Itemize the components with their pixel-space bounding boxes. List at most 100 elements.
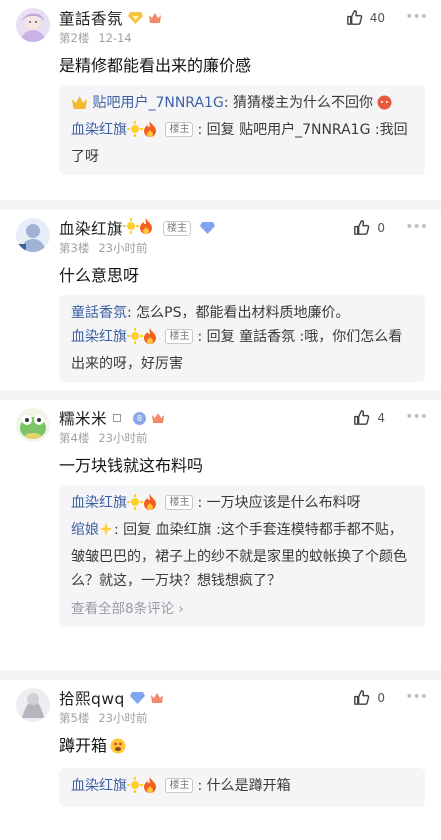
crown-icon	[150, 689, 164, 708]
reply-author[interactable]: 血染红旗	[71, 122, 127, 138]
fire-icon	[143, 328, 157, 352]
op-badge: 楼主	[165, 122, 194, 137]
reply-text: : 怎么PS，都能看出材料质地廉价。	[127, 305, 350, 321]
op-badge: 楼主	[165, 329, 194, 344]
reply-text: : 回复 血染红旗 :这个手套连模特都手都不贴，皱皱巴巴的，裙子上的纱不就是家里…	[71, 522, 407, 589]
floor-number: 第3楼	[59, 241, 90, 255]
reply-text: : 什么是蹲开箱	[197, 778, 291, 794]
floor-number: 第5楼	[59, 711, 90, 725]
view-all-comments-link[interactable]: 查看全部8条评论 ›	[71, 593, 413, 621]
user-avatar[interactable]	[16, 218, 50, 252]
like-count: 4	[377, 410, 385, 425]
like-count: 0	[377, 220, 385, 235]
view-all-comments-label: 查看全部8条评论	[71, 601, 175, 617]
reply-text: : 猜猜楼主为什么不回你	[223, 95, 373, 111]
sun-flower-icon	[127, 121, 143, 145]
avatar-image	[16, 408, 50, 442]
reply-item[interactable]: 血染红旗 楼主: 回复 童話香氛 :哦，你们怎么看出来的呀，好厉害	[71, 325, 413, 376]
post-floor-3: 血染红旗 楼主 第3楼 23小时前 0 ••• 什么意思呀 童話香氛: 怎么PS，…	[0, 210, 441, 390]
more-dots-icon[interactable]: •••	[405, 689, 428, 705]
reply-list: 童話香氛: 怎么PS，都能看出材料质地廉价。 血染红旗 楼主: 回复 童話香氛 …	[59, 295, 425, 382]
chevron-right-icon: ›	[178, 601, 184, 617]
like-button[interactable]: 4	[352, 408, 385, 427]
op-badge: 楼主	[165, 778, 194, 793]
username[interactable]: 糯米米	[59, 407, 107, 429]
more-dots-icon[interactable]: •••	[405, 9, 428, 25]
username[interactable]: 童話香氛	[59, 7, 123, 29]
username[interactable]: 血染红旗	[59, 217, 123, 239]
post-time: 23小时前	[98, 241, 148, 255]
fire-icon	[143, 121, 157, 145]
crown-icon	[151, 409, 165, 428]
reply-author[interactable]: 血染红旗	[71, 778, 127, 794]
reply-author[interactable]: 血染红旗	[71, 329, 127, 345]
reply-item[interactable]: 贴吧用户_7NNRA1G: 猜猜楼主为什么不回你	[71, 91, 413, 118]
reply-author[interactable]: 贴吧用户_7NNRA1G	[92, 95, 223, 111]
reply-item[interactable]: 童話香氛: 怎么PS，都能看出材料质地廉价。	[71, 301, 413, 325]
reply-list: 血染红旗 楼主: 什么是蹲开箱	[59, 768, 425, 807]
post-content: 一万块钱就这布料吗	[59, 456, 204, 475]
like-count: 40	[369, 10, 385, 25]
reply-item[interactable]: 血染红旗 楼主: 回复 贴吧用户_7NNRA1G :我回了呀	[71, 118, 413, 169]
user-avatar[interactable]	[16, 688, 50, 722]
reply-author[interactable]: 绾娘	[71, 522, 99, 538]
username[interactable]: 拾熙qwq	[59, 687, 125, 709]
like-hand-icon	[354, 690, 370, 705]
level-badge: 8	[133, 411, 147, 425]
avatar-image	[16, 218, 50, 252]
reply-item[interactable]: 血染红旗 楼主: 一万块应该是什么布料呀	[71, 491, 413, 518]
post-floor-4: 糯米米 8 第4楼 23小时前 4 ••• 一万块钱就这布料吗 血染红旗 楼主: …	[0, 400, 441, 670]
post-content: 蹲开箱	[59, 730, 425, 768]
avatar-image	[16, 688, 50, 722]
sparkles-icon	[99, 521, 114, 545]
like-button[interactable]: 0	[352, 688, 385, 707]
angry-face-icon	[377, 94, 392, 118]
like-button[interactable]: 0	[352, 218, 385, 237]
post-floor-5: 拾熙qwq 第5楼 23小时前 0 ••• 蹲开箱 血染红旗 楼主: 什么是蹲开箱	[0, 680, 441, 840]
diamond-badge-icon	[200, 219, 216, 238]
reply-text: : 一万块应该是什么布料呀	[197, 495, 361, 511]
reply-list: 贴吧用户_7NNRA1G: 猜猜楼主为什么不回你 血染红旗 楼主: 回复 贴吧用…	[59, 85, 425, 175]
diamond-badge-icon	[128, 9, 144, 28]
crown-icon	[148, 9, 162, 28]
floor-number: 第2楼	[59, 31, 90, 45]
fire-icon	[143, 777, 157, 801]
like-button[interactable]: 40	[345, 8, 385, 27]
sun-flower-icon	[127, 777, 143, 801]
like-hand-icon	[354, 410, 370, 425]
post-time: 23小时前	[98, 431, 148, 445]
post-floor-2: 童話香氛 第2楼 12-14 40 ••• 是精修都能看出来的廉价感 贴吧用户_7…	[0, 0, 441, 200]
reply-item[interactable]: 血染红旗 楼主: 什么是蹲开箱	[71, 774, 413, 801]
avatar-image	[16, 8, 50, 42]
sun-flower-icon	[127, 328, 143, 352]
divider	[0, 390, 441, 400]
reply-author[interactable]: 童話香氛	[71, 305, 127, 321]
fire-icon	[139, 218, 153, 238]
op-badge: 楼主	[165, 495, 194, 510]
post-content: 是精修都能看出来的廉价感	[59, 56, 252, 75]
like-hand-icon	[346, 10, 363, 25]
op-badge: 楼主	[163, 220, 192, 236]
post-time: 23小时前	[98, 711, 148, 725]
more-dots-icon[interactable]: •••	[405, 219, 428, 235]
divider	[0, 200, 441, 210]
small-square-icon	[113, 414, 122, 422]
like-hand-icon	[354, 220, 370, 235]
post-content: 什么意思呀	[59, 266, 140, 285]
like-count: 0	[377, 690, 385, 705]
post-time: 12-14	[98, 31, 132, 45]
crown-gold-icon	[71, 94, 88, 118]
user-avatar[interactable]	[16, 408, 50, 442]
user-avatar[interactable]	[16, 8, 50, 42]
sun-flower-icon	[123, 218, 140, 238]
fire-icon	[143, 494, 157, 518]
divider	[0, 670, 441, 680]
floor-number: 第4楼	[59, 431, 90, 445]
post-content-text: 蹲开箱	[59, 736, 108, 755]
reply-item[interactable]: 绾娘: 回复 血染红旗 :这个手套连模特都手都不贴，皱皱巴巴的，裙子上的纱不就是…	[71, 518, 413, 593]
reply-author[interactable]: 血染红旗	[71, 495, 127, 511]
diamond-badge-icon	[129, 689, 145, 708]
sun-flower-icon	[127, 494, 143, 518]
more-dots-icon[interactable]: •••	[405, 409, 428, 425]
heart-eyes-face-icon	[110, 738, 126, 760]
